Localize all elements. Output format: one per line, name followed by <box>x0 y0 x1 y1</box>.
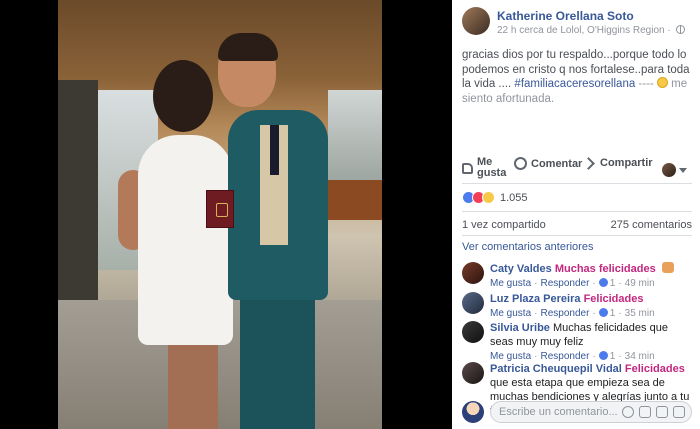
commenter-avatar[interactable] <box>462 362 484 384</box>
comment-time[interactable]: 34 min <box>625 351 655 362</box>
comment-like-count[interactable]: 1 <box>610 351 616 362</box>
comment-reply-link[interactable]: Responder <box>540 308 589 319</box>
comments-count[interactable]: 275 comentarios <box>611 219 692 231</box>
photo-woman-dress <box>138 135 233 345</box>
commenter-name[interactable]: Caty Valdes <box>490 263 552 275</box>
sticker-icon[interactable] <box>673 406 685 418</box>
comment-time[interactable]: 35 min <box>625 308 655 319</box>
comment-meta: Me gusta · Responder · 1 · 49 min <box>490 278 655 289</box>
post-panel: Katherine Orellana Soto 22 h cerca de Lo… <box>452 0 700 429</box>
share-button[interactable]: Compartir <box>582 156 653 170</box>
caption-hashtag[interactable]: #familiacaceresorellana <box>514 78 635 90</box>
commenter-avatar[interactable] <box>462 321 484 343</box>
comment-text: Felicidades <box>583 293 644 305</box>
post-meta: 22 h cerca de Lolol, O'Higgins Region · <box>497 25 686 36</box>
commenter-name[interactable]: Patricia Cheuquepil Vidal <box>490 363 622 375</box>
comment-like-link[interactable]: Me gusta <box>490 351 531 362</box>
comment-text-highlight: Felicidades <box>624 363 685 375</box>
author-avatar[interactable] <box>462 7 490 35</box>
photo-woman-head <box>153 60 213 132</box>
comment-time[interactable]: 49 min <box>625 278 655 289</box>
photo-woman-legs <box>168 345 218 429</box>
mini-like-icon <box>598 351 608 360</box>
comment-input[interactable] <box>499 406 619 418</box>
commenter-avatar[interactable] <box>462 292 484 314</box>
comment-like-count[interactable]: 1 <box>610 308 616 319</box>
divider <box>462 235 692 236</box>
divider <box>462 211 692 212</box>
share-label: Compartir <box>600 157 653 169</box>
globe-icon[interactable] <box>676 25 686 34</box>
reactions-summary[interactable]: 1.055 <box>462 191 528 204</box>
post-header: Katherine Orellana Soto 22 h cerca de Lo… <box>462 7 692 39</box>
comment-like-count[interactable]: 1 <box>610 278 616 289</box>
share-count[interactable]: 1 vez compartido <box>462 219 546 231</box>
reaction-count[interactable]: 1.055 <box>500 192 528 204</box>
camera-icon[interactable] <box>639 406 651 418</box>
caption-dashes: ---- <box>635 78 657 90</box>
gif-icon[interactable] <box>656 406 668 418</box>
like-button[interactable]: Me gusta <box>462 156 507 179</box>
current-user-avatar[interactable] <box>462 401 484 423</box>
share-icon <box>582 156 595 170</box>
comment-composer <box>462 401 692 423</box>
post-caption: gracias dios por tu respaldo...porque to… <box>462 48 692 106</box>
comment-icon <box>514 157 527 170</box>
grin-emoji-icon <box>656 77 668 88</box>
comment-body: Caty Valdes Muchas felicidades Me gusta ·… <box>490 262 692 291</box>
commenter-name[interactable]: Silvia Uribe <box>490 322 550 334</box>
composer-icons <box>622 406 685 418</box>
mini-like-icon <box>598 278 608 287</box>
photo-passport <box>206 190 234 228</box>
post-as-selector[interactable] <box>662 163 687 177</box>
post-actions: Me gusta Comentar Compartir <box>462 157 694 183</box>
photo-man-hair <box>218 33 278 61</box>
post-time[interactable]: 22 h cerca de Lolol, O'Higgins Region <box>497 25 665 36</box>
author-name[interactable]: Katherine Orellana Soto <box>497 9 634 23</box>
photo-viewer <box>0 0 452 429</box>
photo-man-legs <box>240 300 315 429</box>
comment-reply-link[interactable]: Responder <box>540 278 589 289</box>
caret-icon <box>679 167 687 173</box>
comment-label: Comentar <box>531 157 583 170</box>
post-as-avatar <box>662 163 676 177</box>
thumb-icon <box>462 162 473 174</box>
emoji-pick-icon[interactable] <box>622 406 634 418</box>
comment-like-link[interactable]: Me gusta <box>490 278 531 289</box>
haha-react-icon <box>482 191 495 204</box>
view-previous-comments-link[interactable]: Ver comentarios anteriores <box>462 241 593 253</box>
comment-like-link[interactable]: Me gusta <box>490 308 531 319</box>
comment-body: Silvia Uribe Muchas felicidades que seas… <box>490 321 692 364</box>
photo-man-tie <box>270 125 279 175</box>
comment-box[interactable] <box>490 401 692 423</box>
photo-bench <box>323 180 382 220</box>
wedding-photo[interactable] <box>58 0 382 429</box>
comment-body: Luz Plaza Pereira Felicidades Me gusta · R… <box>490 292 692 321</box>
comment-meta: Me gusta · Responder · 1 · 35 min <box>490 308 655 319</box>
commenter-avatar[interactable] <box>462 262 484 284</box>
comment-reply-link[interactable]: Responder <box>540 351 589 362</box>
mini-like-icon <box>598 308 608 317</box>
comment-text: Muchas felicidades <box>554 263 656 275</box>
comment-button[interactable]: Comentar <box>514 157 582 170</box>
divider <box>462 183 692 184</box>
meta-separator: · <box>667 25 671 36</box>
gift-emoji-icon <box>661 262 674 273</box>
like-label: Me gusta <box>477 156 507 179</box>
commenter-name[interactable]: Luz Plaza Pereira <box>490 293 581 305</box>
